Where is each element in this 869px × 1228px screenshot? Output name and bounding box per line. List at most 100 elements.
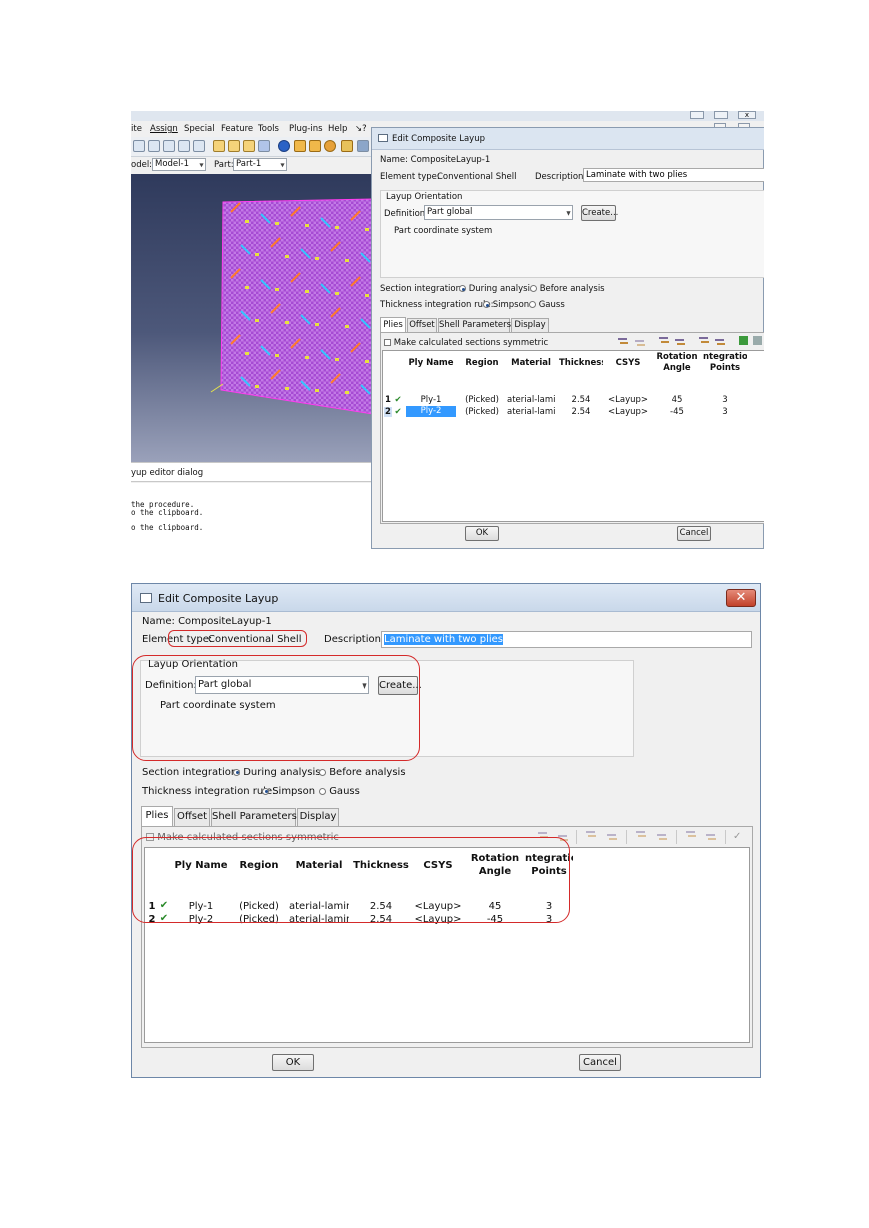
check-icon[interactable]: ✔ — [158, 913, 170, 924]
tool-icon[interactable] — [324, 140, 336, 152]
cell-ply-name[interactable]: Ply-2 — [173, 914, 229, 925]
cell-points[interactable]: 3 — [525, 914, 573, 925]
col-region[interactable]: Region — [233, 860, 285, 871]
cell-thickness[interactable]: 2.54 — [559, 407, 603, 417]
cell-points[interactable]: 3 — [703, 407, 747, 417]
insert-before-icon[interactable] — [617, 336, 630, 347]
tab-offset[interactable]: Offset — [407, 318, 437, 332]
during-analysis-radio[interactable]: During analysis — [459, 284, 534, 294]
gauss-radio[interactable]: Gauss — [319, 786, 360, 797]
move-up-icon[interactable] — [658, 335, 671, 346]
grid-icon[interactable] — [357, 140, 369, 152]
copy-ply-icon[interactable] — [635, 829, 648, 840]
tool-icon[interactable] — [294, 140, 306, 152]
paste-ply-icon[interactable] — [714, 337, 727, 348]
box-icon[interactable] — [243, 140, 255, 152]
col-ply-name[interactable]: Ply Name — [406, 358, 456, 368]
move-up-icon[interactable] — [585, 829, 598, 840]
tool-icon[interactable] — [163, 140, 175, 152]
cell-material[interactable]: aterial-lamina — [507, 395, 555, 405]
symmetric-checkbox[interactable]: Make calculated sections symmetric — [384, 338, 548, 348]
cell-csys[interactable]: <Layup> — [413, 914, 463, 925]
cell-csys[interactable]: <Layup> — [608, 407, 648, 417]
create-button[interactable]: Create... — [378, 676, 422, 695]
cell-region[interactable]: (Picked) — [233, 914, 285, 925]
before-analysis-radio[interactable]: Before analysis — [530, 284, 605, 294]
mesh-icon[interactable] — [258, 140, 270, 152]
cell-thickness[interactable]: 2.54 — [353, 901, 409, 912]
ply-tool-icon[interactable] — [753, 336, 762, 345]
create-button[interactable]: Create... — [581, 205, 618, 221]
cell-points[interactable]: 3 — [525, 901, 573, 912]
close-icon[interactable]: x — [738, 111, 756, 119]
model-viewport[interactable] — [131, 174, 373, 462]
move-down-icon[interactable] — [606, 832, 619, 843]
cell-ply-name-selected[interactable]: Ply-2 — [406, 406, 456, 417]
box-icon[interactable] — [228, 140, 240, 152]
menu-plugins[interactable]: Plug-ins — [289, 124, 323, 134]
insert-after-icon[interactable] — [557, 833, 570, 844]
part-select[interactable]: Part-1 — [233, 158, 287, 171]
tab-offset[interactable]: Offset — [174, 808, 210, 826]
check-tool-icon[interactable]: ✓ — [733, 831, 741, 842]
cell-region[interactable]: (Picked) — [233, 901, 285, 912]
col-thickness[interactable]: Thickness — [353, 860, 409, 871]
minimize-icon[interactable] — [690, 111, 704, 119]
cell-ply-name[interactable]: Ply-1 — [173, 901, 229, 912]
tool-icon[interactable] — [309, 140, 321, 152]
check-icon[interactable]: ✔ — [158, 900, 170, 911]
align-icon[interactable] — [685, 829, 698, 840]
tab-plies[interactable]: Plies — [380, 317, 406, 332]
col-material[interactable]: Material — [507, 358, 555, 368]
cell-angle[interactable]: -45 — [653, 407, 701, 417]
insert-before-icon[interactable] — [537, 830, 550, 841]
description-field[interactable]: Laminate with two plies — [583, 168, 764, 182]
menu-assign[interactable]: Assign — [150, 124, 178, 134]
cell-thickness[interactable]: 2.54 — [353, 914, 409, 925]
definition-select[interactable]: Part global — [424, 205, 573, 220]
gauss-radio[interactable]: Gauss — [529, 300, 565, 310]
cell-angle[interactable]: 45 — [653, 395, 701, 405]
cell-angle[interactable]: -45 — [469, 914, 521, 925]
col-thickness[interactable]: Thickness — [559, 358, 603, 368]
tool-icon[interactable] — [133, 140, 145, 152]
cell-csys[interactable]: <Layup> — [608, 395, 648, 405]
chart-icon[interactable] — [341, 140, 353, 152]
row-number[interactable]: 2 — [384, 407, 392, 417]
insert-after-icon[interactable] — [634, 338, 647, 349]
symmetric-checkbox[interactable]: Make calculated sections symmetric — [146, 832, 339, 843]
cell-material[interactable]: aterial-lamina — [289, 914, 349, 925]
move-down-icon[interactable] — [674, 337, 687, 348]
description-field[interactable]: Laminate with two plies — [381, 631, 752, 648]
cell-material[interactable]: aterial-lamina — [289, 901, 349, 912]
tab-display[interactable]: Display — [297, 808, 339, 826]
box-icon[interactable] — [213, 140, 225, 152]
undo-icon[interactable] — [705, 832, 718, 843]
check-icon[interactable]: ✔ — [393, 395, 403, 405]
cell-material[interactable]: aterial-lamina — [507, 407, 555, 417]
context-help-icon[interactable]: ↘? — [355, 124, 367, 134]
col-rotation[interactable]: Rotation — [469, 853, 521, 864]
simpson-radio[interactable]: Simpson — [483, 300, 529, 310]
cell-ply-name[interactable]: Ply-1 — [406, 395, 456, 405]
close-button[interactable]: ✕ — [726, 589, 756, 607]
copy-ply-icon[interactable] — [698, 335, 711, 346]
tool-icon[interactable] — [178, 140, 190, 152]
tool-icon[interactable] — [148, 140, 160, 152]
simpson-radio[interactable]: Simpson — [262, 786, 315, 797]
row-number[interactable]: 2 — [147, 914, 157, 925]
ok-button[interactable]: OK — [465, 526, 499, 541]
cell-region[interactable]: (Picked) — [461, 395, 503, 405]
menu-feature[interactable]: Feature — [221, 124, 253, 134]
tab-plies[interactable]: Plies — [141, 806, 173, 826]
tab-shell-parameters[interactable]: Shell Parameters — [211, 808, 297, 826]
col-csys[interactable]: CSYS — [608, 358, 648, 368]
menu-special[interactable]: Special — [184, 124, 215, 134]
menu-tools[interactable]: Tools — [258, 124, 279, 134]
during-analysis-radio[interactable]: During analysis — [233, 767, 320, 778]
cell-thickness[interactable]: 2.54 — [559, 395, 603, 405]
ok-button[interactable]: OK — [272, 1054, 314, 1071]
row-number[interactable]: 1 — [147, 901, 157, 912]
row-number[interactable]: 1 — [384, 395, 392, 405]
col-material[interactable]: Material — [289, 860, 349, 871]
